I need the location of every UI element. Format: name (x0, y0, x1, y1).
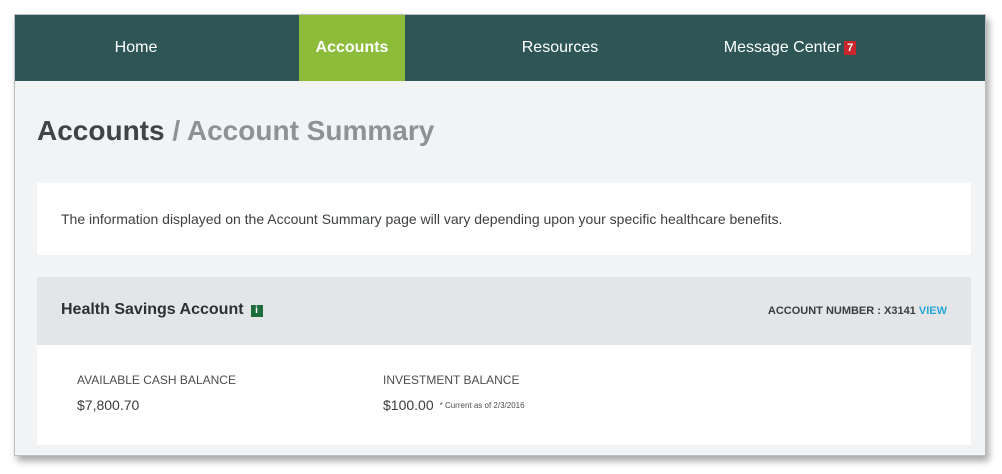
view-account-link[interactable]: VIEW (919, 305, 947, 317)
page-title: Accounts / Account Summary (37, 115, 434, 147)
page-title-subtitle: Account Summary (186, 115, 435, 146)
top-navigation: Home Accounts Resources Message Center 7 (15, 15, 985, 81)
nav-home[interactable]: Home (61, 15, 211, 81)
message-count-badge: 7 (844, 41, 857, 55)
cash-balance-label: AVAILABLE CASH BALANCE (77, 373, 236, 387)
hsa-title: Health Savings Account i (61, 301, 263, 319)
cash-balance-value: $7,800.70 (77, 397, 140, 413)
nav-message-center[interactable]: Message Center 7 (695, 15, 885, 81)
page-title-section: Accounts (37, 115, 165, 146)
nav-accounts-label: Accounts (315, 39, 389, 56)
account-number: ACCOUNT NUMBER : X3141 VIEW (768, 305, 947, 317)
nav-home-label: Home (114, 39, 158, 56)
investment-balance-value: $100.00 (383, 397, 434, 413)
nav-resources-label: Resources (521, 39, 599, 56)
hsa-panel-body: AVAILABLE CASH BALANCE $7,800.70 INVESTM… (37, 345, 971, 445)
app-frame: Home Accounts Resources Message Center 7 … (14, 14, 986, 456)
nav-message-center-label: Message Center (723, 39, 842, 56)
breadcrumb-separator: / (172, 115, 181, 146)
hsa-title-text: Health Savings Account (61, 301, 244, 318)
hsa-panel-header: Health Savings Account i ACCOUNT NUMBER :… (37, 277, 971, 345)
info-message: The information displayed on the Account… (61, 211, 783, 227)
info-icon[interactable]: i (250, 305, 263, 317)
info-box: The information displayed on the Account… (37, 183, 971, 255)
nav-resources[interactable]: Resources (485, 15, 635, 81)
nav-accounts[interactable]: Accounts (299, 15, 405, 81)
account-number-text: ACCOUNT NUMBER : X3141 (767, 305, 916, 317)
investment-balance: $100.00 * Current as of 2/3/2016 (383, 397, 525, 413)
investment-balance-label: INVESTMENT BALANCE (383, 373, 520, 387)
investment-as-of-note: * Current as of 2/3/2016 (439, 401, 525, 410)
